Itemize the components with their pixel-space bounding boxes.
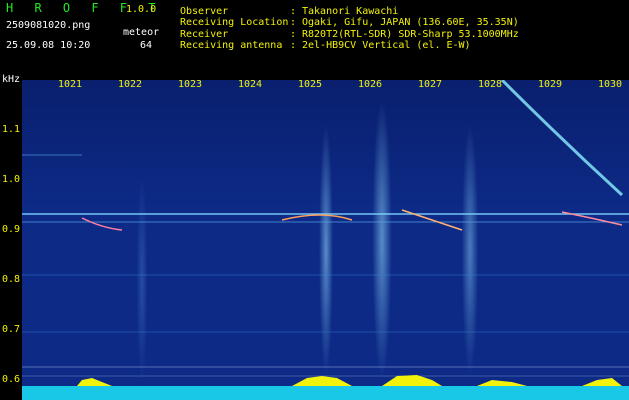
- observer-key: Observer: [180, 6, 229, 17]
- x-tick-label: 1023: [178, 79, 203, 90]
- signal-peak: [77, 378, 112, 386]
- receiver-value: R820T2(RTL-SDR) SDR-Sharp 53.1000MHz: [302, 29, 519, 40]
- signal-peak: [292, 376, 352, 386]
- meteor-echo: [401, 209, 463, 231]
- observer-value: Takanori Kawachi: [302, 6, 399, 17]
- antenna-key: Receiving antenna: [180, 40, 283, 51]
- spectrogram-display: [22, 80, 629, 400]
- image-filename: 2509081020.png: [6, 20, 91, 31]
- spectrogram-overlay: [22, 80, 629, 400]
- y-tick-label: 1.1: [2, 124, 21, 135]
- x-tick-label: 1021: [58, 79, 83, 90]
- location-key: Receiving Location: [180, 17, 289, 28]
- meteor-count-value: 64: [140, 40, 153, 51]
- receiver-sep: :: [290, 29, 297, 40]
- y-tick-label: 0.6: [2, 374, 21, 385]
- x-tick-label: 1025: [298, 79, 323, 90]
- meteor-echo: [81, 217, 123, 231]
- x-tick-label: 1028: [478, 79, 503, 90]
- y-tick-label: 0.8: [2, 274, 21, 285]
- antenna-value: 2el-HB9CV Vertical (el. E-W): [302, 40, 471, 51]
- meteor-echo: [281, 214, 353, 221]
- receiver-key: Receiver: [180, 29, 229, 40]
- signal-peak: [477, 380, 527, 386]
- location-sep: :: [290, 17, 297, 28]
- x-tick-label: 1029: [538, 79, 563, 90]
- antenna-sep: :: [290, 40, 297, 51]
- x-tick-label: 1024: [238, 79, 263, 90]
- meteor-count-label: meteor: [123, 27, 160, 38]
- location-value: Ogaki, Gifu, JAPAN (136.60E, 35.35N): [302, 17, 519, 28]
- y-tick-label: 1.0: [2, 174, 21, 185]
- y-tick-label: 0.9: [2, 224, 21, 235]
- x-tick-label: 1026: [358, 79, 383, 90]
- signal-baseline: [22, 386, 629, 400]
- signal-peak: [382, 375, 442, 386]
- app-version: 1.0.0: [126, 4, 157, 15]
- x-tick-label: 1027: [418, 79, 443, 90]
- x-axis-ticks: 1021 1022 1023 1024 1025 1026 1027 1028 …: [0, 80, 629, 92]
- signal-peak: [582, 378, 622, 386]
- x-tick-label: 1030: [598, 79, 623, 90]
- observer-sep: :: [290, 6, 297, 17]
- capture-datetime: 25.09.08 10:20: [6, 40, 91, 51]
- y-tick-label: 0.7: [2, 324, 21, 335]
- x-tick-label: 1022: [118, 79, 143, 90]
- meteor-echo: [500, 80, 624, 197]
